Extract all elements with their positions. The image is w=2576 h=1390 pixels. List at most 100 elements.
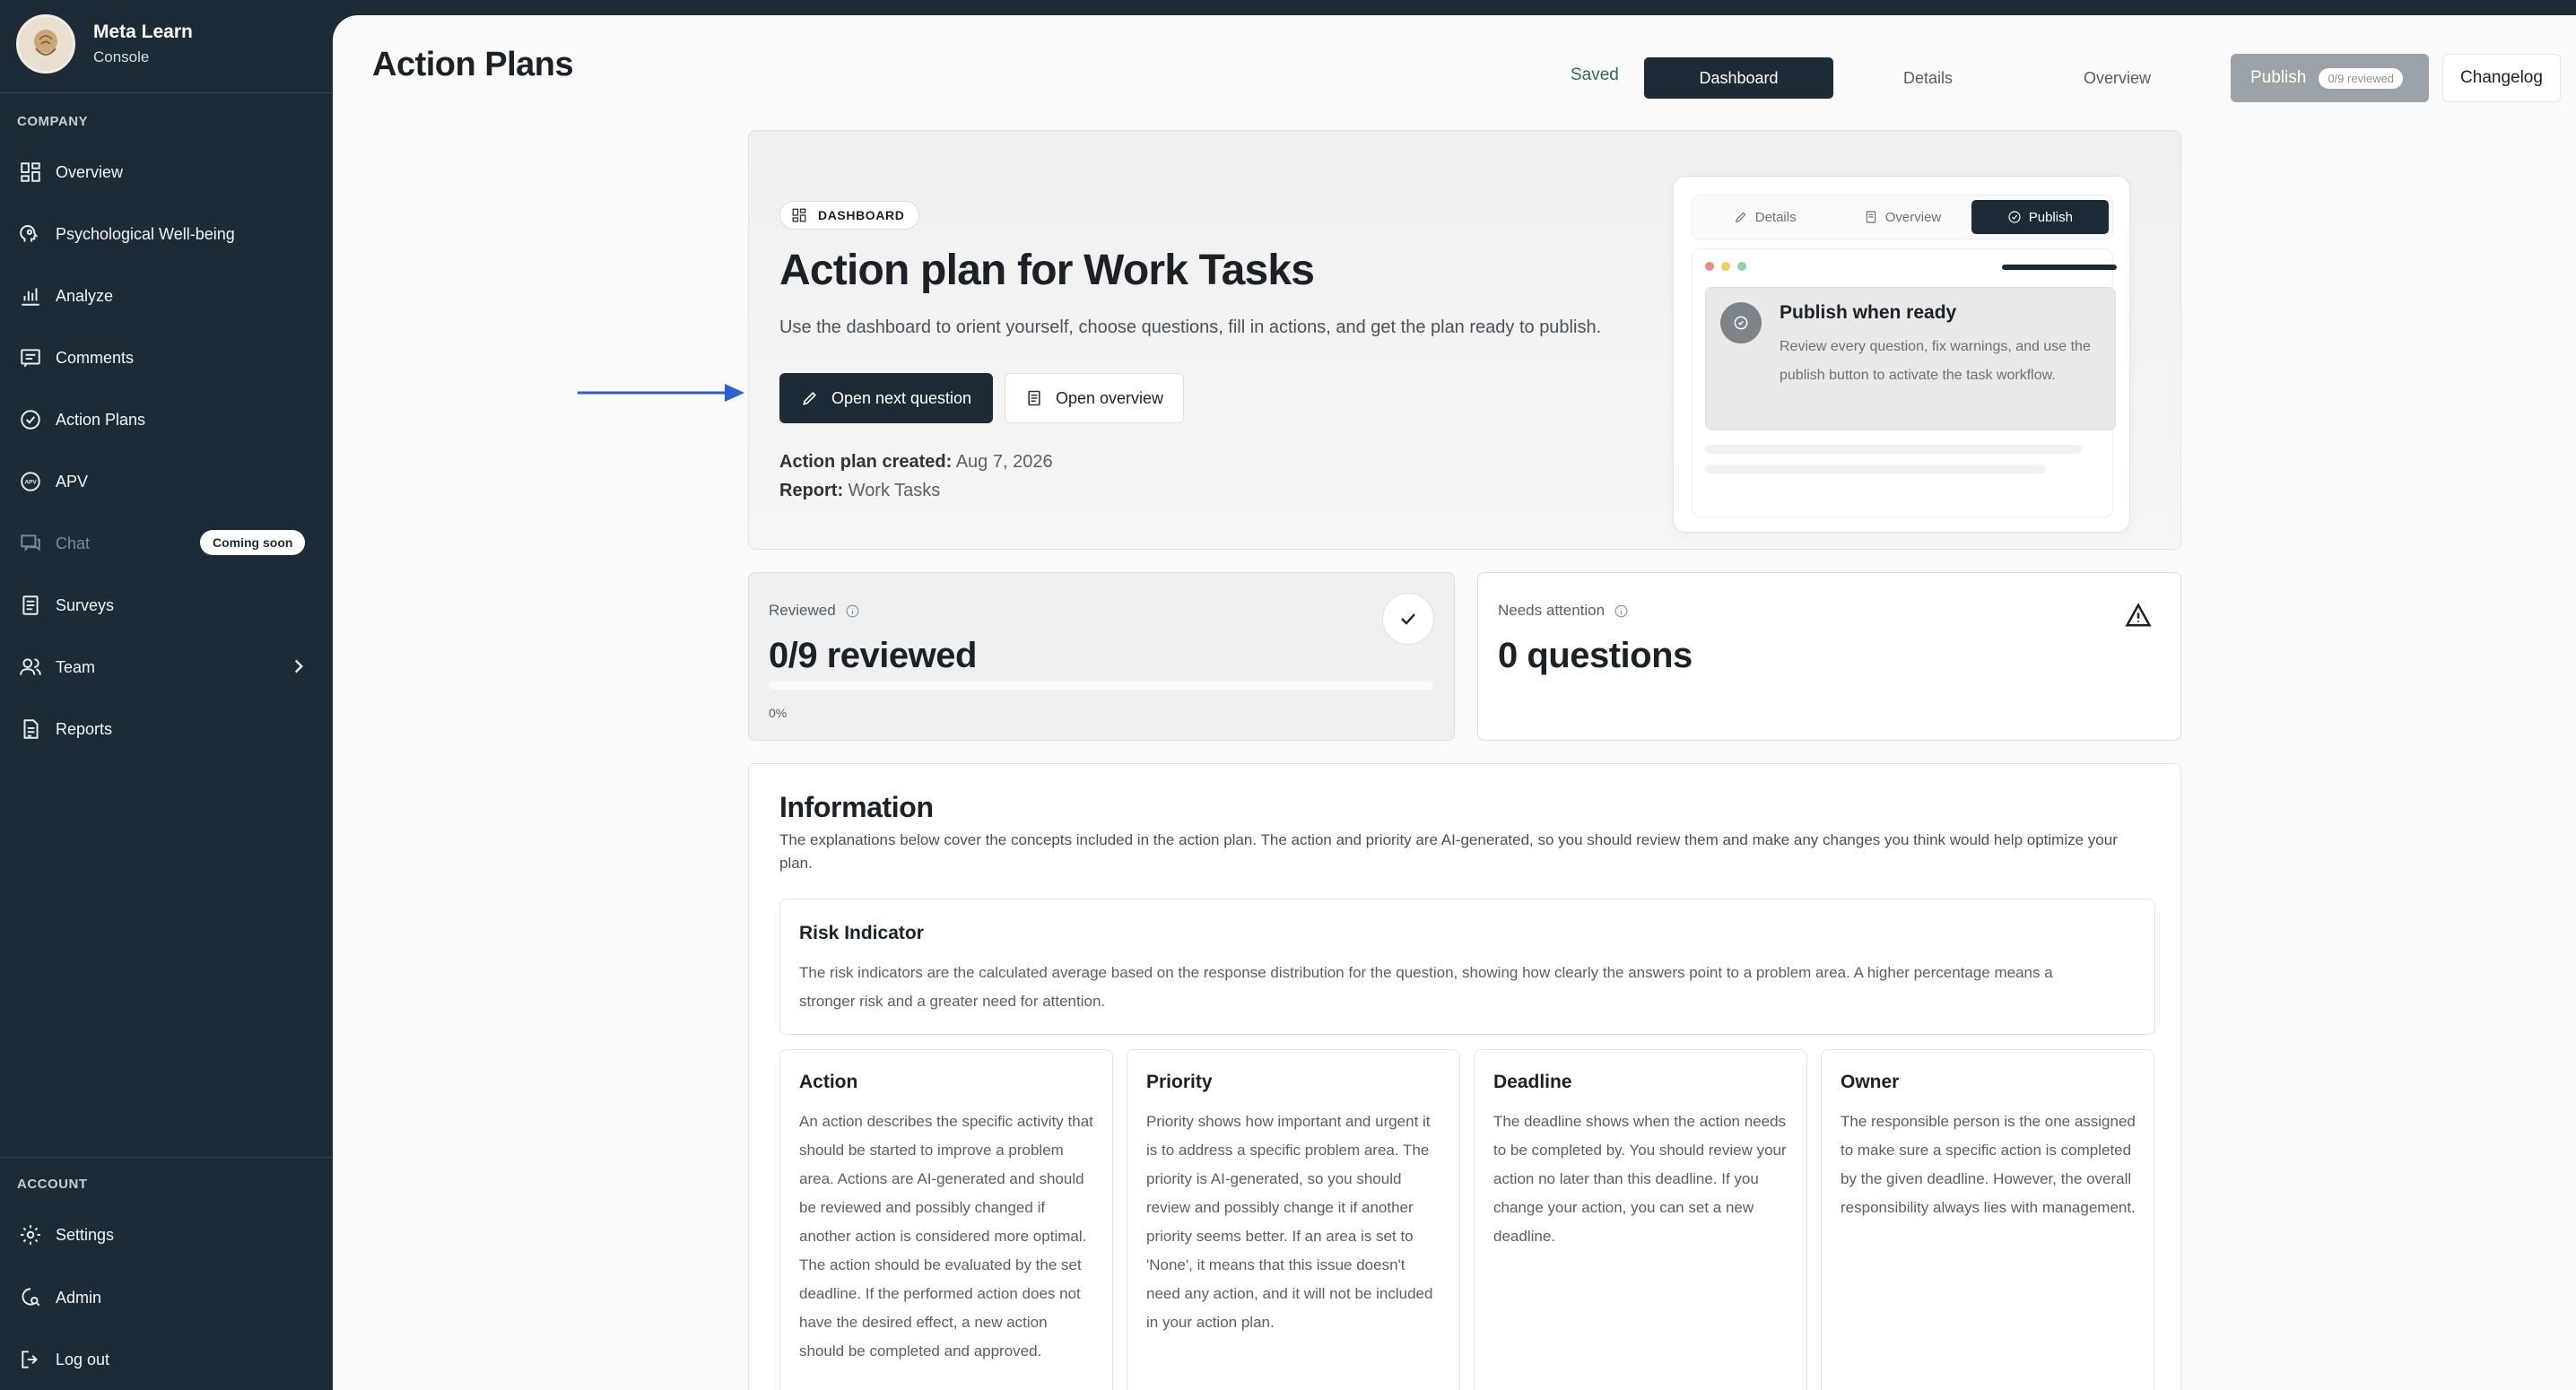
open-overview-button[interactable]: Open overview <box>1005 373 1184 423</box>
sidebar-item-surveys[interactable]: Surveys <box>18 586 314 625</box>
svg-text:APV: APV <box>24 480 37 486</box>
card-title: Deadline <box>1493 1072 1572 1092</box>
check-circle-icon <box>1720 302 1762 343</box>
preview-tab-details: Details <box>1696 200 1833 234</box>
report-name: Report: Work Tasks <box>779 481 941 500</box>
information-section: Information The explanations below cover… <box>748 763 2181 1390</box>
report-icon <box>18 717 43 742</box>
sidebar-item-action-plans[interactable]: Action Plans <box>18 400 314 439</box>
bar-chart-icon <box>18 283 43 308</box>
publish-ready-body: Review every question, fix warnings, and… <box>1780 339 2091 383</box>
reviewed-stat-card: Reviewed 0/9 reviewed 0% <box>748 572 1455 741</box>
sidebar-item-apv[interactable]: APV APV <box>18 462 314 501</box>
chat-icon <box>18 531 43 556</box>
sidebar-item-label: Surveys <box>56 595 115 614</box>
arrow-annotation-icon <box>578 384 744 402</box>
sidebar-item-label: APV <box>56 472 89 491</box>
publish-label: Publish <box>2250 68 2307 87</box>
document-icon <box>1028 390 1040 406</box>
account-section-label: ACCOUNT <box>17 1177 88 1192</box>
tab-overview[interactable]: Overview <box>2023 57 2212 99</box>
sidebar: Meta Learn Console COMPANY Overview Psyc… <box>0 0 333 1390</box>
reviewed-count-badge: 0/9 reviewed <box>2319 67 2404 89</box>
check-icon <box>1382 593 1434 645</box>
comment-icon <box>18 345 43 370</box>
preview-tabs: Details Overview Publish <box>1692 195 2113 239</box>
risk-indicator-body: The risk indicators are the calculated a… <box>799 964 2053 1010</box>
info-icon[interactable] <box>845 604 860 619</box>
reviewed-progress-bar <box>769 681 1434 690</box>
card-title: Action <box>799 1072 858 1092</box>
owner-info-card: Owner The responsible person is the one … <box>1821 1049 2154 1390</box>
information-description: The explanations below cover the concept… <box>779 831 2118 872</box>
sidebar-item-reports[interactable]: Reports <box>18 709 314 749</box>
action-info-card: Action An action describes the specific … <box>779 1049 1113 1390</box>
pencil-icon <box>803 392 816 405</box>
needs-attention-stat-card: Needs attention 0 questions <box>1477 572 2181 741</box>
reviewed-value: 0/9 reviewed <box>769 636 977 675</box>
tab-dashboard[interactable]: Dashboard <box>1644 57 1833 99</box>
sidebar-item-logout[interactable]: Log out <box>18 1340 314 1379</box>
brand-name: Meta Learn <box>93 22 193 42</box>
risk-indicator-card: Risk Indicator The risk indicators are t… <box>779 899 2155 1035</box>
needs-attention-label: Needs attention <box>1498 602 1629 620</box>
reviewed-label: Reviewed <box>769 602 860 620</box>
sidebar-item-label: Team <box>56 657 96 676</box>
logout-icon <box>18 1347 43 1372</box>
brand[interactable]: Meta Learn Console <box>16 14 193 74</box>
apv-icon: APV <box>18 469 43 494</box>
grid-icon <box>792 208 806 222</box>
document-icon <box>1866 211 1875 223</box>
sidebar-item-label: Log out <box>56 1350 110 1368</box>
sidebar-item-overview[interactable]: Overview <box>18 152 314 192</box>
tab-details[interactable]: Details <box>1833 57 2023 99</box>
chevron-right-icon[interactable] <box>287 655 310 678</box>
publish-ready-card: Publish when ready Review every question… <box>1705 287 2116 430</box>
deadline-info-card: Deadline The deadline shows when the act… <box>1474 1049 1807 1390</box>
hero-title: Action plan for Work Tasks <box>779 247 1315 294</box>
header-tabs: Dashboard Details Overview <box>1644 57 2212 99</box>
brand-logo <box>16 14 75 74</box>
sidebar-item-label: Psychological Well-being <box>56 224 235 243</box>
divider <box>0 1157 333 1158</box>
sidebar-item-label: Reports <box>56 719 113 738</box>
divider <box>0 92 333 93</box>
sidebar-item-admin[interactable]: Admin <box>18 1278 314 1317</box>
dashboard-hero-card: DASHBOARD Action plan for Work Tasks Use… <box>748 130 2181 550</box>
publish-preview: Details Overview Publish Publish when re… <box>1673 176 2130 533</box>
company-section-label: COMPANY <box>17 114 89 129</box>
skeleton-line <box>1705 445 2082 454</box>
team-icon <box>18 655 43 680</box>
sidebar-item-chat[interactable]: Chat Coming soon <box>18 524 314 563</box>
clipboard-icon <box>18 593 43 618</box>
check-circle-icon <box>2008 211 2021 223</box>
reviewed-percent: 0% <box>769 706 788 720</box>
sidebar-item-analyze[interactable]: Analyze <box>18 276 314 316</box>
check-circle-icon <box>18 407 43 432</box>
admin-icon <box>18 1285 43 1310</box>
open-next-question-button[interactable]: Open next question <box>779 373 993 423</box>
warning-icon <box>2125 602 2152 629</box>
sidebar-item-label: Settings <box>56 1225 115 1244</box>
sidebar-item-label: Chat <box>56 534 91 552</box>
sidebar-item-settings[interactable]: Settings <box>18 1215 314 1255</box>
sidebar-item-comments[interactable]: Comments <box>18 338 314 378</box>
hero-subtitle: Use the dashboard to orient yourself, ch… <box>779 317 1602 337</box>
grid-icon <box>18 160 43 185</box>
priority-info-card: Priority Priority shows how important an… <box>1127 1049 1460 1390</box>
information-title: Information <box>779 791 934 823</box>
sidebar-item-team[interactable]: Team <box>18 647 314 687</box>
publish-ready-title: Publish when ready <box>1780 302 1957 323</box>
info-icon[interactable] <box>1614 604 1629 619</box>
risk-indicator-title: Risk Indicator <box>799 923 924 943</box>
sidebar-item-label: Analyze <box>56 286 114 305</box>
sidebar-item-label: Comments <box>56 348 135 367</box>
gear-icon <box>18 1222 43 1247</box>
card-body: The responsible person is the one assign… <box>1841 1113 2136 1216</box>
changelog-button[interactable]: Changelog <box>2442 54 2561 102</box>
sidebar-item-psychological-wellbeing[interactable]: Psychological Well-being <box>18 214 314 254</box>
needs-attention-value: 0 questions <box>1498 636 1693 675</box>
chip-label: DASHBOARD <box>818 208 905 222</box>
button-label: Open overview <box>1055 388 1164 407</box>
publish-button[interactable]: Publish 0/9 reviewed <box>2231 54 2429 102</box>
